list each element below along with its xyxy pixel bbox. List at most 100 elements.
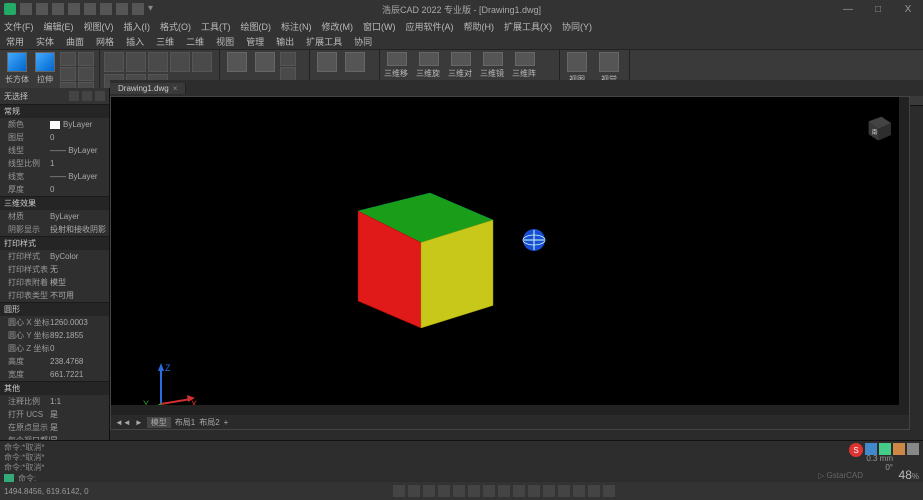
prop-height-value[interactable]: 238.4768 [50, 357, 109, 366]
menu-collab[interactable]: 协同(Y) [562, 20, 592, 33]
vtab-model[interactable]: 模型 [147, 417, 171, 428]
vertical-scrollbar[interactable] [899, 97, 909, 405]
ribtab-view[interactable]: 视图 [216, 35, 234, 48]
ribtab-output[interactable]: 输出 [276, 35, 294, 48]
menu-format[interactable]: 格式(O) [160, 20, 191, 33]
ducs-toggle[interactable] [483, 485, 495, 497]
menu-window[interactable]: 窗口(W) [363, 20, 396, 33]
prop-lweight-value[interactable]: —— ByLayer [50, 172, 109, 181]
qat-workspace-icon[interactable] [132, 3, 144, 15]
prop-origin-value[interactable]: 是 [50, 422, 109, 433]
prop-layer-value[interactable]: 0 [50, 133, 109, 142]
prop-cy-value[interactable]: 892.1855 [50, 331, 109, 340]
minimize-button[interactable]: — [833, 0, 863, 18]
view-cube[interactable]: 南 [859, 107, 899, 147]
ribtab-ext[interactable]: 扩展工具 [306, 35, 342, 48]
menu-edit[interactable]: 编辑(E) [44, 20, 74, 33]
ribtab-2d[interactable]: 二维 [186, 35, 204, 48]
dyn-toggle[interactable] [498, 485, 510, 497]
mesh-btn-3[interactable] [148, 52, 168, 72]
mesh-btn-2[interactable] [126, 52, 146, 72]
lwt-toggle[interactable] [513, 485, 525, 497]
prop-material-value[interactable]: ByLayer [50, 212, 109, 221]
vtab-layout2[interactable]: 布局2 [199, 417, 219, 428]
qat-print-icon[interactable] [100, 3, 112, 15]
surf-sm-2[interactable] [280, 67, 296, 81]
vtab-arrows-right[interactable]: ► [135, 418, 143, 427]
menu-view[interactable]: 视图(V) [84, 20, 114, 33]
qp-toggle[interactable] [543, 485, 555, 497]
polar-toggle[interactable] [438, 485, 450, 497]
horizontal-scrollbar[interactable] [111, 405, 909, 415]
menu-draw[interactable]: 绘图(D) [241, 20, 272, 33]
more-toggle[interactable] [603, 485, 615, 497]
tpy-toggle[interactable] [528, 485, 540, 497]
ribtab-3d[interactable]: 三维 [156, 35, 174, 48]
ws-toggle[interactable] [588, 485, 600, 497]
ribtab-insert[interactable]: 插入 [126, 35, 144, 48]
close-tab-icon[interactable]: × [173, 84, 178, 93]
menu-file[interactable]: 文件(F) [4, 20, 34, 33]
ribtab-surface[interactable]: 曲面 [66, 35, 84, 48]
props-toggle-icon[interactable] [95, 91, 105, 101]
prop-color-value[interactable]: ByLayer [63, 120, 109, 129]
ortho-toggle[interactable] [423, 485, 435, 497]
vtab-arrows-left[interactable]: ◄◄ [115, 418, 131, 427]
prop-ltscale-value[interactable]: 1 [50, 159, 109, 168]
menu-tools[interactable]: 工具(T) [201, 20, 231, 33]
notification-badge[interactable]: S [849, 443, 863, 457]
props-filter-icon[interactable] [69, 91, 79, 101]
surf-sm-1[interactable] [280, 52, 296, 66]
otrack-toggle[interactable] [468, 485, 480, 497]
menu-ext[interactable]: 扩展工具(X) [504, 20, 552, 33]
qat-undo-icon[interactable] [68, 3, 80, 15]
model-viewport[interactable]: Z X Y 南 ◄◄ ► 模型 布局1 布局2 + [110, 96, 910, 430]
props-pick-icon[interactable] [82, 91, 92, 101]
prop-ptype-value[interactable]: 不可用 [50, 290, 109, 301]
prop-annoscale-value[interactable]: 1:1 [50, 397, 109, 406]
close-button[interactable]: X [893, 0, 923, 18]
prop-thick-value[interactable]: 0 [50, 185, 109, 194]
maximize-button[interactable]: □ [863, 0, 893, 18]
ribtab-home[interactable]: 常用 [6, 35, 24, 48]
drawing-tab[interactable]: Drawing1.dwg × [110, 83, 186, 94]
qat-more-icon[interactable] [116, 3, 128, 15]
solid-sm-4[interactable] [78, 52, 94, 66]
menu-dimension[interactable]: 标注(N) [281, 20, 312, 33]
qat-new-icon[interactable] [20, 3, 32, 15]
menu-app[interactable]: 应用软件(A) [406, 20, 454, 33]
status-misc-icon[interactable] [907, 443, 919, 455]
solid-sm-2[interactable] [60, 67, 76, 81]
qat-dropdown-icon[interactable]: ▾ [148, 3, 160, 15]
qat-redo-icon[interactable] [84, 3, 96, 15]
anno-toggle[interactable] [573, 485, 585, 497]
ribtab-mesh[interactable]: 网格 [96, 35, 114, 48]
prop-ltype-value[interactable]: —— ByLayer [50, 146, 109, 155]
ribtab-manage[interactable]: 管理 [246, 35, 264, 48]
box-button[interactable]: 长方体 [4, 52, 30, 90]
mesh-btn-4[interactable] [170, 52, 190, 72]
qat-open-icon[interactable] [36, 3, 48, 15]
solid-sm-1[interactable] [60, 52, 76, 66]
vtab-layout1[interactable]: 布局1 [175, 417, 195, 428]
mesh-btn-5[interactable] [192, 52, 212, 72]
prop-pattach-value[interactable]: 模型 [50, 277, 109, 288]
extrude-button[interactable]: 拉伸 [32, 52, 58, 90]
menu-insert[interactable]: 插入(I) [124, 20, 151, 33]
prop-ucs-value[interactable]: 是 [50, 409, 109, 420]
osnap-toggle[interactable] [453, 485, 465, 497]
snap-toggle[interactable] [393, 485, 405, 497]
prop-pstyle-value[interactable]: ByColor [50, 252, 109, 261]
qat-save-icon[interactable] [52, 3, 64, 15]
status-rec-icon[interactable] [893, 443, 905, 455]
menu-modify[interactable]: 修改(M) [322, 20, 354, 33]
grid-toggle[interactable] [408, 485, 420, 497]
menu-help[interactable]: 帮助(H) [464, 20, 495, 33]
vtab-add[interactable]: + [224, 418, 229, 427]
prop-shadow-value[interactable]: 投射和接收阴影 [50, 224, 109, 235]
prop-cz-value[interactable]: 0 [50, 344, 109, 353]
mesh-btn-1[interactable] [104, 52, 124, 72]
prop-cx-value[interactable]: 1260.0003 [50, 318, 109, 327]
ribtab-collab[interactable]: 协同 [354, 35, 372, 48]
ribtab-solid[interactable]: 实体 [36, 35, 54, 48]
